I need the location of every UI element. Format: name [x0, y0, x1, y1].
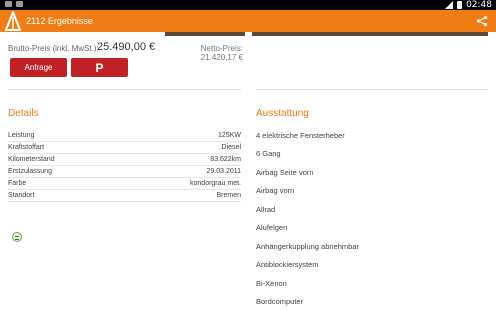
park-button[interactable]: P: [71, 58, 128, 77]
detail-row-leistung: Leistung 125KW: [8, 130, 241, 142]
equipment-list: 4 elektrische Fensterheber 6 Gang Airbag…: [256, 126, 488, 310]
app-bar: 2112 Ergebnisse: [0, 10, 496, 32]
divider: [8, 89, 241, 90]
equipment-item: Alufelgen: [256, 223, 288, 233]
details-table: Leistung 125KW Kraftstoffart Diesel Kilo…: [8, 130, 241, 202]
equipment-item: 6 Gang: [256, 149, 281, 159]
signal-icon: [445, 1, 454, 9]
detail-label: Kraftstoffart: [8, 144, 45, 151]
equipment-item: Airbag Seite vorn: [256, 167, 314, 177]
vehicle-image[interactable]: [408, 32, 488, 36]
detail-label: Leistung: [8, 132, 35, 139]
clock: 02:48: [466, 0, 492, 10]
detail-label: Kilometerstand: [8, 156, 55, 163]
environment-badge-icon: [12, 232, 22, 242]
detail-row-erstzulassung: Erstzulassung 29.03.2011: [8, 166, 241, 178]
status-bar: 02:48: [0, 0, 496, 10]
brutto-price-label: Brutto-Preis (inkl. MwSt.):: [8, 44, 99, 53]
detail-value: kondorgrau met.: [190, 180, 241, 187]
equipment-item: Airbag vorn: [256, 186, 295, 196]
equipment-item: Bordcomputer: [256, 297, 304, 307]
app-bar-title[interactable]: 2112 Ergebnisse: [26, 16, 93, 26]
equipment-item: Allrad: [256, 204, 276, 214]
detail-label: Farbe: [8, 180, 27, 187]
equipment-item: Bi-Xenon: [256, 278, 287, 288]
detail-row-kilometerstand: Kilometerstand 83.622km: [8, 154, 241, 166]
details-title: Details: [8, 108, 39, 119]
detail-row-farbe: Farbe kondorgrau met.: [8, 178, 241, 190]
netto-price: Netto-Preis: 21.420,17 €: [200, 44, 243, 62]
app-logo-icon[interactable]: [5, 11, 21, 31]
detail-label: Erstzulassung: [8, 168, 52, 175]
share-icon[interactable]: [476, 15, 488, 27]
equipment-item: Anhängerkupplung abnehmbar: [256, 241, 359, 251]
anfrage-button[interactable]: Anfrage: [10, 58, 67, 77]
status-indicators: 02:48: [445, 0, 492, 10]
equipment-item: 4 elektrische Fensterheber: [256, 130, 345, 140]
brutto-price-value: 25.490,00 €: [97, 41, 156, 53]
equipment-item: Antiblockiersystem: [256, 260, 319, 270]
detail-value: 29.03.2011: [206, 168, 241, 175]
detail-value: Bremen: [216, 192, 241, 199]
detail-label: Standort: [8, 192, 35, 199]
detail-row-standort: Standort Bremen: [8, 190, 241, 202]
detail-value: 83.622km: [210, 156, 241, 163]
vehicle-image[interactable]: [330, 32, 408, 36]
vehicle-image[interactable]: [165, 32, 245, 36]
vehicle-image[interactable]: [252, 32, 330, 36]
detail-row-kraftstoffart: Kraftstoffart Diesel: [8, 142, 241, 154]
equipment-title: Ausstattung: [256, 108, 309, 119]
notification-icons: [5, 1, 23, 7]
detail-value: 125KW: [218, 132, 241, 139]
battery-icon: [457, 1, 463, 9]
notification-icon: [16, 1, 23, 7]
notification-icon: [5, 1, 12, 7]
divider: [256, 89, 488, 90]
detail-value: Diesel: [221, 144, 241, 151]
